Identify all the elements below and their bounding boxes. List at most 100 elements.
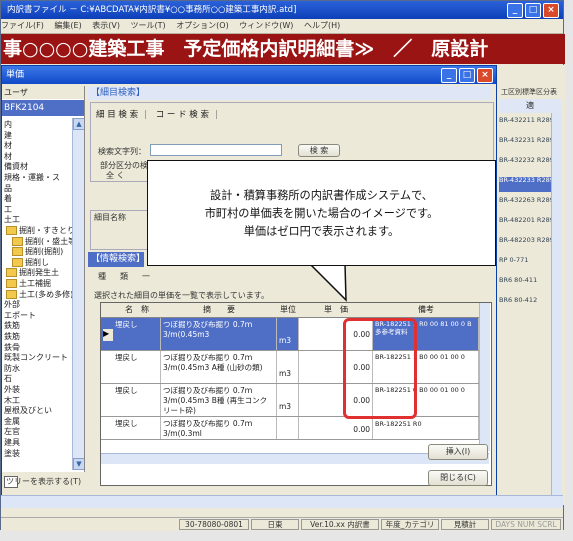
tree-header: ユーザ	[2, 86, 84, 99]
menu-help[interactable]: ヘルプ(H)	[304, 21, 340, 30]
col-name[interactable]: 名 称	[113, 303, 162, 318]
menu-options[interactable]: オプション(O)	[176, 21, 229, 30]
tree-item-label: 内	[4, 120, 12, 129]
col-spec[interactable]: 摘 要	[161, 303, 278, 318]
table-row[interactable]: 埋戻し つぼ掘り及び布掘り 0.7ｍ3/m(0.45m3 B種 (再生コンクリー…	[101, 384, 479, 417]
col-unit[interactable]: 単位	[277, 303, 300, 318]
minimize-button[interactable]: _	[507, 3, 523, 18]
tree-item[interactable]: 掘削し	[12, 257, 49, 268]
info-search-title: 【情報検索】	[88, 252, 145, 267]
tree-item[interactable]: 掘削・すきとり	[6, 226, 75, 236]
tree-code[interactable]: BFK2104	[2, 100, 84, 116]
folder-icon	[6, 279, 17, 288]
search-tabs: 細 目 検 索 | コ ー ド 検 索 |	[96, 110, 218, 120]
tree-item[interactable]: 金属	[4, 417, 20, 427]
tree-item[interactable]: 規格・運搬・ス	[4, 173, 60, 183]
table-vscrollbar[interactable]	[479, 303, 490, 451]
unit-price-dialog: 単価 _ □ × ユーザ BFK2104 内建材材備資材 規格・運搬・ス品着工土工…	[1, 65, 497, 505]
tree-scrollbar[interactable]: ▲ ▼	[72, 118, 84, 470]
tree-item[interactable]: 木工	[4, 396, 20, 406]
project-banner: 事○○○○建築工事 予定価格内訳明細書≫ ／ 原設計	[1, 34, 565, 64]
maximize-button[interactable]: □	[525, 3, 541, 18]
search-input[interactable]	[150, 144, 282, 156]
callout-line-2: 市町村の単価表を開いた場合のイメージです。	[204, 207, 439, 220]
info-tab-class[interactable]: 類	[120, 271, 128, 282]
search-label: 検索文字列：	[98, 147, 146, 156]
tree-item[interactable]: 屋根及びとい	[4, 406, 52, 416]
close-button[interactable]: ×	[543, 3, 559, 18]
tree-item[interactable]: 土工	[4, 215, 20, 225]
menu-window[interactable]: ウィンドウ(W)	[239, 21, 293, 30]
tree-item[interactable]: 既製コンクリート	[4, 353, 68, 363]
table-row[interactable]: 埋戻し つぼ掘り及び布掘り 0.7ｍ3/m(0.45m3 A種 (山砂の類) m…	[101, 351, 479, 384]
folder-icon	[12, 236, 23, 246]
table-row-selected[interactable]: ▶ 埋戻し つぼ掘り及び布掘り 0.7ｍ3/m(0.45m3 m3 0.00 B…	[101, 318, 479, 351]
tree-item[interactable]: 備資材	[4, 162, 28, 172]
menu-tools[interactable]: ツール(T)	[131, 21, 166, 30]
tree-item[interactable]: 土工補掘	[6, 279, 51, 289]
close-dialog-button[interactable]: 閉じる(C)	[428, 470, 488, 486]
panel-title: 【細目検索】	[88, 86, 492, 100]
tree-item[interactable]: 材	[4, 152, 12, 162]
list-caption: 選択された細目の単価を一覧で表示しています。	[94, 291, 269, 300]
tree-item[interactable]: 石	[4, 374, 12, 384]
menu-file[interactable]: ファイル(F)	[1, 21, 44, 30]
status-keys: DAYS NUM SCRL	[491, 519, 561, 530]
cell-spec: つぼ掘り及び布掘り 0.7ｍ3/m(0.45m3 B種 (再生コンクリート砕)	[161, 384, 277, 416]
tree-item[interactable]: 左官	[4, 427, 20, 437]
tree-item[interactable]: 工	[4, 205, 12, 215]
info-tab-one[interactable]: 一	[142, 271, 150, 282]
col-note[interactable]: 備考	[373, 303, 480, 318]
folder-icon	[12, 247, 23, 257]
tree-item[interactable]: 建具	[4, 438, 20, 448]
menu-view[interactable]: 表示(V)	[92, 21, 120, 30]
main-hscrollbar[interactable]	[1, 495, 563, 508]
price-highlight-box	[343, 318, 417, 419]
tree-item[interactable]: 掘削(掘削)	[12, 247, 63, 257]
scroll-down-icon[interactable]: ▼	[73, 458, 84, 470]
status-version: Ver.10.xx 内訳書	[301, 519, 379, 530]
tree-item[interactable]: 内	[4, 120, 12, 130]
tree-item[interactable]: 品	[4, 184, 12, 194]
tree-item-label: 屋根及びとい	[4, 406, 52, 416]
scope-option-all[interactable]: 全 く	[106, 170, 125, 181]
search-button[interactable]: 検 索	[298, 144, 340, 157]
tree-item[interactable]: 材	[4, 141, 12, 151]
info-tab-kind[interactable]: 種	[98, 271, 106, 282]
tree-item[interactable]: 着	[4, 194, 12, 204]
tree-item[interactable]: 建	[4, 131, 12, 141]
cell-name: 埋戻し	[113, 417, 161, 439]
right-scrollbar[interactable]	[551, 113, 562, 499]
tree-item[interactable]: エポート	[4, 311, 36, 321]
tree-item-label: 土工(多め多修)	[19, 289, 74, 299]
tree-item[interactable]: 掘削(・盛土等	[12, 236, 76, 247]
tree-item[interactable]: 鉄骨	[4, 343, 20, 353]
annotation-callout: 設計・積算事務所の内訳書作成システムで、 市町村の単価表を開いた場合のイメージで…	[147, 160, 496, 266]
cell-price: 0.00	[299, 417, 373, 439]
tab-detail-search[interactable]: 細 目 検 索	[96, 110, 138, 120]
dialog-minimize-button[interactable]: _	[441, 68, 457, 83]
tree-item[interactable]: 外装	[4, 385, 20, 395]
scroll-up-icon[interactable]: ▲	[73, 118, 84, 130]
menu-edit[interactable]: 編集(E)	[54, 21, 81, 30]
insert-button[interactable]: 挿入(I)	[428, 444, 488, 460]
tab-code-search[interactable]: コ ー ド 検 索	[156, 110, 209, 120]
tree-item[interactable]: 鉄筋	[4, 332, 20, 342]
dialog-maximize-button[interactable]: □	[459, 68, 475, 83]
dialog-close-button[interactable]: ×	[477, 68, 493, 83]
tree-item[interactable]: 鉄筋	[4, 321, 20, 331]
tree-item[interactable]: 塗装	[4, 449, 20, 459]
name-list[interactable]	[90, 210, 152, 250]
tree-item-label: 左官	[4, 427, 20, 437]
tree-item[interactable]: 土工(多め多修)	[6, 289, 74, 300]
tree-item[interactable]: 掘削発生土	[6, 268, 59, 278]
tree-item[interactable]: 防水	[4, 364, 20, 374]
status-code: 30-78080-0801	[179, 519, 249, 530]
cell-spec: つぼ掘り及び布掘り 0.7ｍ3/m(0.45m3 A種 (山砂の類)	[161, 351, 277, 383]
tree-item[interactable]: 外部	[4, 300, 20, 310]
tree-item-label: 着	[4, 194, 12, 204]
tree-item-label: 石	[4, 374, 12, 384]
table-row[interactable]: 埋戻し つぼ掘り及び布掘り 0.7ｍ3/m(0.3ml 0.00 BR-1822…	[101, 417, 479, 440]
tree-item-label: 規格・運搬・ス	[4, 173, 60, 182]
tree-item-label: 防水	[4, 363, 20, 373]
